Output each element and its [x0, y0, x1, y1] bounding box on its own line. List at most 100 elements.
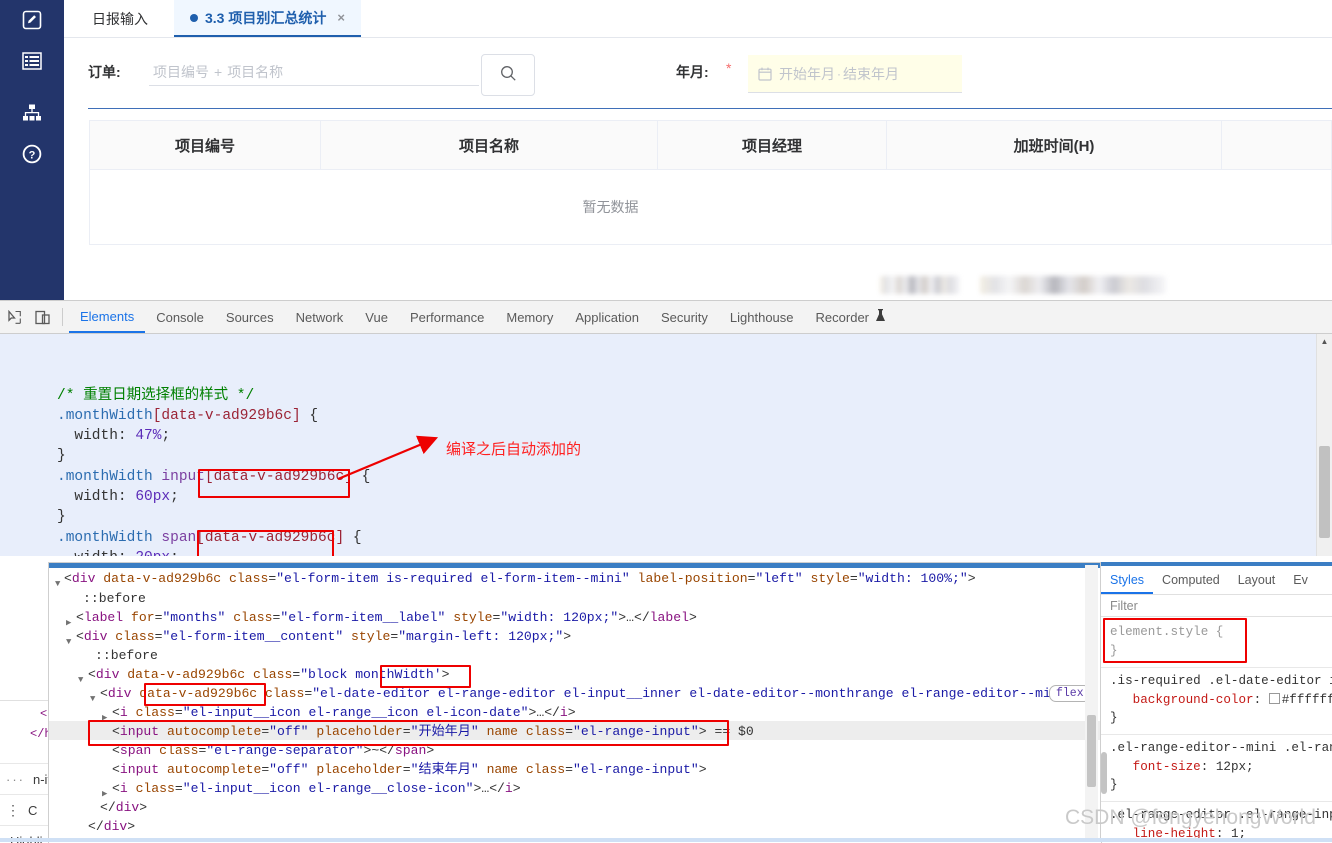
expand-triangle-icon-dateeditor[interactable]: ▼ [90, 690, 95, 709]
expand-triangle-icon-block[interactable]: ▼ [78, 671, 83, 690]
list-icon [22, 52, 42, 70]
yearmonth-label: 年月: [676, 62, 709, 82]
table-col-overtime-hours: 加班时间(H) [887, 121, 1222, 169]
styles-tab-computed[interactable]: Computed [1153, 567, 1229, 594]
devtools-tab-console[interactable]: Console [145, 301, 215, 333]
expand-triangle-icon[interactable]: ▼ [55, 575, 60, 594]
css-line-selector-2: .monthWidth input[data-v-ad929b6c] { [57, 467, 370, 487]
devtools-tab-network[interactable]: Network [285, 301, 355, 333]
expand-triangle-icon-label[interactable]: ▶ [66, 614, 71, 633]
devtools-tab-elements[interactable]: Elements [69, 301, 145, 333]
devtools-tab-recorder[interactable]: Recorder [805, 301, 897, 333]
tab-daily-report[interactable]: 日报输入 [74, 0, 166, 37]
styles-pane-top-accent [1101, 562, 1332, 566]
form-table-divider [88, 108, 1332, 109]
dom-line-separator-span: <span class="el-range-separator">~</span… [112, 741, 434, 760]
dom-scroll-thumb[interactable] [1087, 715, 1096, 787]
devtools-tab-performance[interactable]: Performance [399, 301, 495, 333]
css-line-selector-3: .monthWidth span[data-v-ad929b6c] { [57, 528, 362, 548]
toolbar-divider [62, 308, 63, 326]
css-line-selector-1: .monthWidth[data-v-ad929b6c] { [57, 406, 318, 426]
expand-triangle-icon-content[interactable]: ▼ [66, 633, 71, 652]
source-scrollbar[interactable]: ▲ [1316, 334, 1332, 556]
dom-line-before-2: ::before [95, 646, 158, 665]
styles-tab-layout[interactable]: Layout [1229, 567, 1285, 594]
devtools-tab-application[interactable]: Application [564, 301, 650, 333]
dom-line-end-input: <input autocomplete="off" placeholder="结… [112, 760, 707, 779]
search-icon [500, 65, 517, 85]
csdn-watermark: CSDN @fengyehongWorld [1065, 806, 1316, 830]
help-icon: ? [22, 144, 42, 164]
source-scroll-thumb[interactable] [1319, 446, 1330, 538]
dom-line-date-editor: <div data-v-ad929b6c class="el-date-edit… [100, 684, 1082, 703]
date-start-placeholder[interactable]: 开始年月 [779, 64, 835, 84]
tab-active-dot-icon [190, 14, 198, 22]
bottom-status-strip [0, 838, 1332, 842]
order-search-input[interactable] [149, 56, 479, 86]
calendar-icon [758, 67, 772, 81]
dom-pane-scrollbar[interactable] [1085, 565, 1098, 842]
devtools-tab-memory[interactable]: Memory [495, 301, 564, 333]
expand-triangle-icon-dateicon[interactable]: ▶ [102, 709, 107, 728]
table-header-row: 项目编号 项目名称 项目经理 加班时间(H) [90, 121, 1331, 170]
table-empty-body: 暂无数据 [90, 170, 1331, 245]
ellipsis-icon[interactable]: ··· [6, 772, 25, 787]
svg-text:?: ? [29, 149, 36, 161]
dom-line-form-item: <div data-v-ad929b6c class="el-form-item… [64, 569, 976, 588]
tab-label: 日报输入 [92, 9, 148, 29]
app-sidebar: ? [0, 0, 64, 300]
dom-tree-pane[interactable]: ▼ <div data-v-ad929b6c class="el-form-it… [48, 562, 1102, 843]
css-line-decl-3: width: 20px; [57, 548, 179, 556]
inspect-element-icon[interactable] [0, 301, 28, 333]
search-button[interactable] [481, 54, 535, 96]
date-end-placeholder[interactable]: 结束年月 [843, 64, 899, 84]
redacted-block-1 [880, 276, 960, 294]
css-line-close-2: } [57, 507, 66, 527]
table-empty-text: 暂无数据 [583, 197, 839, 217]
dom-line-close-div-1: </div> [100, 798, 147, 817]
devtools-tab-sources[interactable]: Sources [215, 301, 285, 333]
behind-line-1: < [40, 707, 47, 721]
scroll-up-arrow-icon[interactable]: ▲ [1317, 334, 1332, 348]
dom-line-block-monthwidth: <div data-v-ad929b6c class="block monthW… [88, 665, 449, 684]
more-vertical-icon[interactable]: ⋮ [6, 807, 20, 814]
table-col-project-code: 项目编号 [90, 121, 321, 169]
devtools-tab-lighthouse[interactable]: Lighthouse [719, 301, 805, 333]
redacted-block-2 [980, 276, 1166, 294]
styles-tab-event-listeners[interactable]: Ev [1284, 567, 1317, 594]
styles-tab-styles[interactable]: Styles [1101, 567, 1153, 594]
dom-line-before-1: ::before [83, 589, 146, 608]
styles-pane-scroll-thumb[interactable] [1101, 752, 1107, 794]
order-label: 订单: [88, 62, 121, 82]
search-form-bar: 订单: 项目编号+项目名称 年月: * [64, 38, 1332, 103]
sidebar-item-daily-report[interactable] [0, 5, 64, 35]
device-toolbar-toggle-icon[interactable] [28, 301, 56, 333]
annotation-arrow [330, 429, 450, 489]
tab-close-icon[interactable]: × [337, 11, 345, 24]
annotation-text: 编译之后自动添加的 [446, 440, 581, 460]
flask-icon [875, 309, 886, 325]
sidebar-item-list[interactable] [0, 46, 64, 76]
dom-line-label: <label for="months" class="el-form-item_… [76, 608, 697, 627]
tab-project-summary-stats[interactable]: 3.3 项目别汇总统计 × [174, 0, 361, 37]
screen-root: ? 日报输入 3.3 项目别汇总统计 × 订单: 项目编号+项目名称 年月: * [0, 0, 1332, 842]
hierarchy-icon [22, 104, 42, 122]
sidebar-item-organization[interactable] [0, 98, 64, 128]
tab-label: 3.3 项目别汇总统计 [205, 8, 326, 28]
yearmonth-range-picker[interactable]: 开始年月 · 结束年月 [748, 55, 962, 93]
sidebar-item-help[interactable]: ? [0, 139, 64, 169]
table-col-project-name: 项目名称 [321, 121, 658, 169]
style-rule-element-style[interactable]: element.style { } [1110, 623, 1223, 660]
dom-line-form-content: <div class="el-form-item__content" style… [76, 627, 571, 646]
devtools-tab-vue[interactable]: Vue [354, 301, 399, 333]
styles-divider-1 [1101, 667, 1332, 668]
style-rule-range-editor-mini[interactable]: .el-range-editor--mini .el-ran font-size… [1110, 739, 1332, 795]
styles-pane: Styles Computed Layout Ev Filter element… [1100, 562, 1332, 842]
devtools-tab-security[interactable]: Security [650, 301, 719, 333]
dom-line-close-div-2: </div> [88, 817, 135, 836]
style-rule-is-required[interactable]: .is-required .el-date-editor i backgroun… [1110, 672, 1332, 728]
dom-pane-top-accent [49, 563, 1101, 568]
styles-filter-input[interactable]: Filter [1101, 595, 1332, 617]
css-line-decl-1: width: 47%; [57, 426, 170, 446]
css-source-viewer[interactable]: /* 重置日期选择框的样式 */ .monthWidth[data-v-ad92… [0, 334, 1332, 556]
